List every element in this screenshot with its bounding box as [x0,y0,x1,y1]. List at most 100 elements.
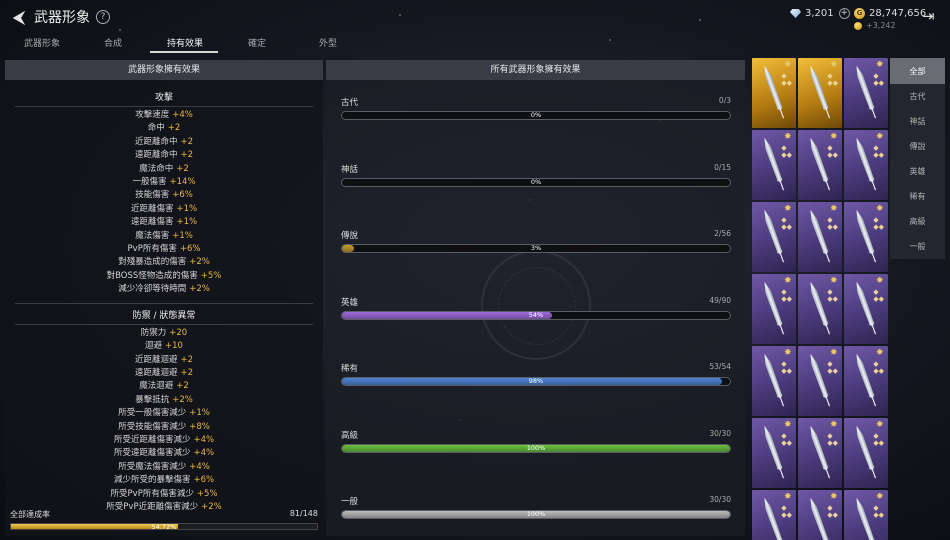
rarity-progress-bar: 100% [341,510,731,519]
add-diamond-button[interactable]: + [838,8,850,19]
stat-value: +2% [172,394,193,405]
stat-value: +1% [176,203,198,214]
tab-owned-effects[interactable]: 持有效果 [167,36,203,49]
stat-value: +6% [193,475,215,486]
rarity-name: 傳說 [341,231,359,241]
rank-badge-icon: ✸ [876,420,884,430]
stat-row: 一般傷害 +14% [5,176,323,189]
star-dots-icon: ◆ ◆◆ [781,72,792,87]
weapon-card[interactable]: ✸ ◆ ◆◆ [798,202,842,272]
weapon-card[interactable]: ✸ ◆ ◆◆ [752,418,796,488]
weapon-card[interactable]: ✸ ◆ ◆◆ [752,202,796,272]
stat-row: 近距離命中 +2 [5,136,323,149]
weapon-card[interactable]: ✸ ◆ ◆◆ [844,202,888,272]
weapon-card[interactable]: ✸ ◆ ◆◆ [844,274,888,344]
rarity-row: 一般 30/30 100% [341,495,731,519]
star-dots-icon: ◆ ◆◆ [827,72,838,87]
stat-name: 命中 [147,123,165,134]
active-tab-indicator [150,51,218,53]
stat-row: 對殘暴造成的傷害 +2% [5,256,323,269]
total-percent: 54.72% [151,523,177,531]
weapon-card[interactable]: ✸ ◆ ◆◆ [752,274,796,344]
stat-row: 遠距離傷害 +1% [5,216,323,229]
weapon-card[interactable]: ✸ ◆ ◆◆ [844,130,888,200]
stat-row: 魔法迴避 +2 [5,380,323,393]
weapon-card[interactable]: ✸ ◆ ◆◆ [844,58,888,128]
stat-name: 對殘暴造成的傷害 [118,257,187,268]
weapon-card[interactable]: ✸ ◆ ◆◆ [752,58,796,128]
filter-button[interactable]: 高級 [890,209,945,234]
rarity-name: 一般 [341,497,359,507]
page-title: 武器形象 [34,10,90,26]
stat-name: 所受魔法傷害減少 [118,461,187,472]
total-completion: 全部達成率 81/148 54.72% [10,509,318,531]
total-label: 全部達成率 [10,510,50,519]
stat-row: 所受一般傷害減少 +1% [5,407,323,420]
star-dots-icon: ◆ ◆◆ [873,360,884,375]
stat-row: 魔法傷害 +1% [5,230,323,243]
star-dots-icon: ◆ ◆◆ [827,360,838,375]
stat-row: 所受近距離傷害減少 +4% [5,434,323,447]
stat-name: 所受遠距離傷害減少 [113,448,191,459]
filter-button[interactable]: 一般 [890,234,945,259]
filter-button[interactable]: 傳說 [890,134,945,159]
filter-button[interactable]: 全部 [890,58,945,84]
stat-row: 遠距離命中 +2 [5,149,323,162]
divider [15,323,313,325]
weapon-card[interactable]: ✸ ◆ ◆◆ [798,58,842,128]
rank-badge-icon: ✸ [784,492,792,502]
defense-section-title: 防禦 / 狀態異常 [132,310,196,321]
exit-icon[interactable]: ⇥ [922,7,940,25]
stat-value: +5% [196,488,218,499]
stat-value: +6% [179,244,201,255]
rarity-progress-bar: 54% [341,310,731,320]
help-icon[interactable]: ? [96,10,110,24]
divider [15,302,313,304]
weapon-card[interactable]: ✸ ◆ ◆◆ [798,130,842,200]
rarity-count: 30/30 [709,495,731,504]
stat-value: +14% [169,177,196,188]
stat-row: 魔法命中 +2 [5,163,323,176]
filter-button[interactable]: 稀有 [890,184,945,209]
star-dots-icon: ◆ ◆◆ [873,504,884,519]
weapon-card[interactable]: ✸ ◆ ◆◆ [798,490,842,540]
tab-weapon-appearance[interactable]: 武器形象 [24,36,60,49]
weapon-card[interactable]: ✸ ◆ ◆◆ [798,346,842,416]
tab-appearance[interactable]: 外型 [319,36,337,49]
stat-row: 減少所受的暴擊傷害 +6% [5,474,323,487]
stat-name: PvP所有傷害 [127,244,177,255]
rank-badge-icon: ✸ [784,204,792,214]
weapon-card[interactable]: ✸ ◆ ◆◆ [752,490,796,540]
weapon-card[interactable]: ✸ ◆ ◆◆ [752,346,796,416]
stat-value: +2 [180,367,194,378]
gold-sub: +3,242 [854,21,896,30]
star-dots-icon: ◆ ◆◆ [873,144,884,159]
rarity-progress-bar: 0% [341,111,731,120]
weapon-card[interactable]: ✸ ◆ ◆◆ [844,490,888,540]
rarity-filter-list: 全部 古代 神話 傳說 英雄 稀有 高級 一般 [890,58,945,259]
stat-name: 暴擊抵抗 [135,394,170,405]
gold-coin-small-icon [854,21,862,30]
filter-button[interactable]: 古代 [890,84,945,109]
stat-name: 一般傷害 [132,177,167,188]
weapon-card[interactable]: ✸ ◆ ◆◆ [844,418,888,488]
tab-confirm[interactable]: 確定 [248,36,266,49]
tab-synthesis[interactable]: 合成 [104,36,122,49]
stat-name: 所受技能傷害減少 [118,421,187,432]
defense-stat-list: 防禦力 +20 迴避 +10 近距離迴避 +2 遠距離迴避 +2 魔法迴避 +2 暴擊抵抗 +2% 所受… [5,327,323,515]
weapon-card[interactable]: ✸ ◆ ◆◆ [798,418,842,488]
rank-badge-icon: ✸ [830,204,838,214]
rarity-progress-bar: 98% [341,377,731,386]
stat-name: 技能傷害 [135,190,170,201]
filter-button[interactable]: 神話 [890,109,945,134]
weapon-card[interactable]: ✸ ◆ ◆◆ [798,274,842,344]
weapon-card[interactable]: ✸ ◆ ◆◆ [752,130,796,200]
stat-value: +2 [176,381,189,392]
rank-badge-icon: ✸ [876,132,884,142]
weapon-card[interactable]: ✸ ◆ ◆◆ [844,346,888,416]
stat-value: +2 [176,163,189,174]
stat-name: 所受近距離傷害減少 [113,434,191,445]
filter-button[interactable]: 英雄 [890,159,945,184]
stat-value: +4% [193,448,215,459]
back-arrow-icon[interactable]: ⮜ [8,6,30,28]
